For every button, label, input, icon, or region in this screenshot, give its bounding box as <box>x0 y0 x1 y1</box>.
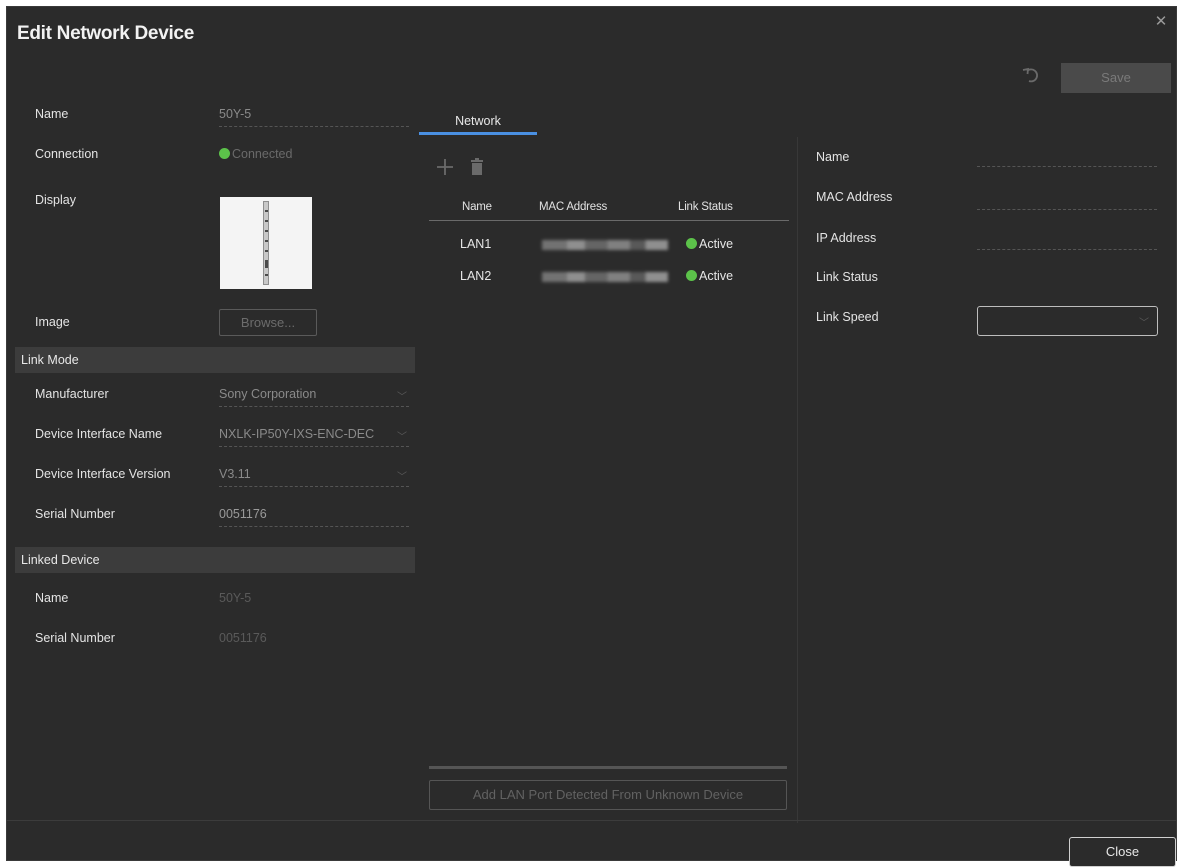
port-ip-address-label: IP Address <box>816 231 877 245</box>
mac-address-redacted <box>542 240 668 250</box>
name-label: Name <box>35 107 69 121</box>
image-label: Image <box>35 315 70 329</box>
link-speed-select[interactable]: ﹀ <box>977 306 1158 336</box>
manufacturer-label: Manufacturer <box>35 387 109 401</box>
port-name-label: Name <box>816 150 850 164</box>
port-name-field[interactable] <box>977 153 1157 167</box>
device-interface-name-value: NXLK-IP50Y-IXS-ENC-DEC <box>219 427 375 441</box>
linked-serial-number-value: 0051176 <box>219 631 267 645</box>
column-divider <box>797 137 798 823</box>
link-mode-header: Link Mode <box>15 347 415 373</box>
close-icon[interactable]: ✕ <box>1154 14 1168 29</box>
connection-status-text: Connected <box>232 147 293 161</box>
add-lan-port-button[interactable]: Add LAN Port Detected From Unknown Devic… <box>429 780 787 810</box>
port-link-status-label: Link Status <box>816 270 878 284</box>
row-link-status: Active <box>686 269 733 283</box>
port-ip-address-field[interactable] <box>977 236 1157 250</box>
chevron-down-icon: ﹀ <box>397 472 407 483</box>
edit-network-device-dialog: Edit Network Device ✕ Save Name 50Y-5 Co… <box>6 6 1177 867</box>
column-header-name[interactable]: Name <box>462 201 492 213</box>
row-link-status-text: Active <box>699 269 734 283</box>
add-icon[interactable] <box>435 157 455 177</box>
device-image-thumbnail <box>220 197 312 289</box>
dialog-title: Edit Network Device <box>17 23 194 44</box>
device-interface-name-label: Device Interface Name <box>35 427 163 441</box>
device-interface-name-select[interactable]: NXLK-IP50Y-IXS-ENC-DEC ﹀ <box>219 427 409 447</box>
close-button[interactable]: Close <box>1069 837 1176 867</box>
linked-device-header: Linked Device <box>15 547 415 573</box>
active-status-icon <box>686 270 697 281</box>
connection-status: Connected <box>219 147 409 166</box>
linked-name-value: 50Y-5 <box>219 591 252 605</box>
chevron-down-icon: ﹀ <box>1139 318 1149 329</box>
device-interface-version-value: V3.11 <box>219 467 251 481</box>
connection-label: Connection <box>35 147 99 161</box>
device-rack-icon <box>263 201 269 285</box>
serial-number-label: Serial Number <box>35 507 115 521</box>
table-header-divider <box>429 220 789 221</box>
linked-serial-number-label: Serial Number <box>35 631 115 645</box>
row-name: LAN1 <box>460 237 492 251</box>
port-mac-address-field[interactable] <box>977 196 1157 210</box>
chevron-down-icon: ﹀ <box>397 392 407 403</box>
name-field[interactable]: 50Y-5 <box>219 107 409 127</box>
port-link-speed-label: Link Speed <box>816 310 879 324</box>
manufacturer-value: Sony Corporation <box>219 387 317 401</box>
port-mac-address-label: MAC Address <box>816 190 893 204</box>
row-link-status: Active <box>686 237 733 251</box>
display-label: Display <box>35 193 76 207</box>
footer-divider <box>7 820 1176 821</box>
undo-icon[interactable] <box>1020 65 1042 87</box>
device-interface-version-select[interactable]: V3.11 ﹀ <box>219 467 409 487</box>
tab-network[interactable]: Network <box>419 111 537 135</box>
linked-name-label: Name <box>35 591 69 605</box>
trash-icon[interactable] <box>469 158 485 176</box>
active-status-icon <box>686 238 697 249</box>
connected-status-icon <box>219 148 230 159</box>
browse-button[interactable]: Browse... <box>219 309 317 336</box>
column-header-link-status[interactable]: Link Status <box>678 201 733 213</box>
device-interface-version-label: Device Interface Version <box>35 467 171 481</box>
horizontal-scrollbar[interactable] <box>429 766 787 769</box>
manufacturer-select[interactable]: Sony Corporation ﹀ <box>219 387 409 407</box>
chevron-down-icon: ﹀ <box>397 432 407 443</box>
mac-address-redacted <box>542 272 668 282</box>
row-name: LAN2 <box>460 269 492 283</box>
column-header-mac-address[interactable]: MAC Address <box>539 201 607 213</box>
row-link-status-text: Active <box>699 237 734 251</box>
save-button[interactable]: Save <box>1061 63 1171 93</box>
serial-number-field[interactable]: 0051176 <box>219 507 409 527</box>
